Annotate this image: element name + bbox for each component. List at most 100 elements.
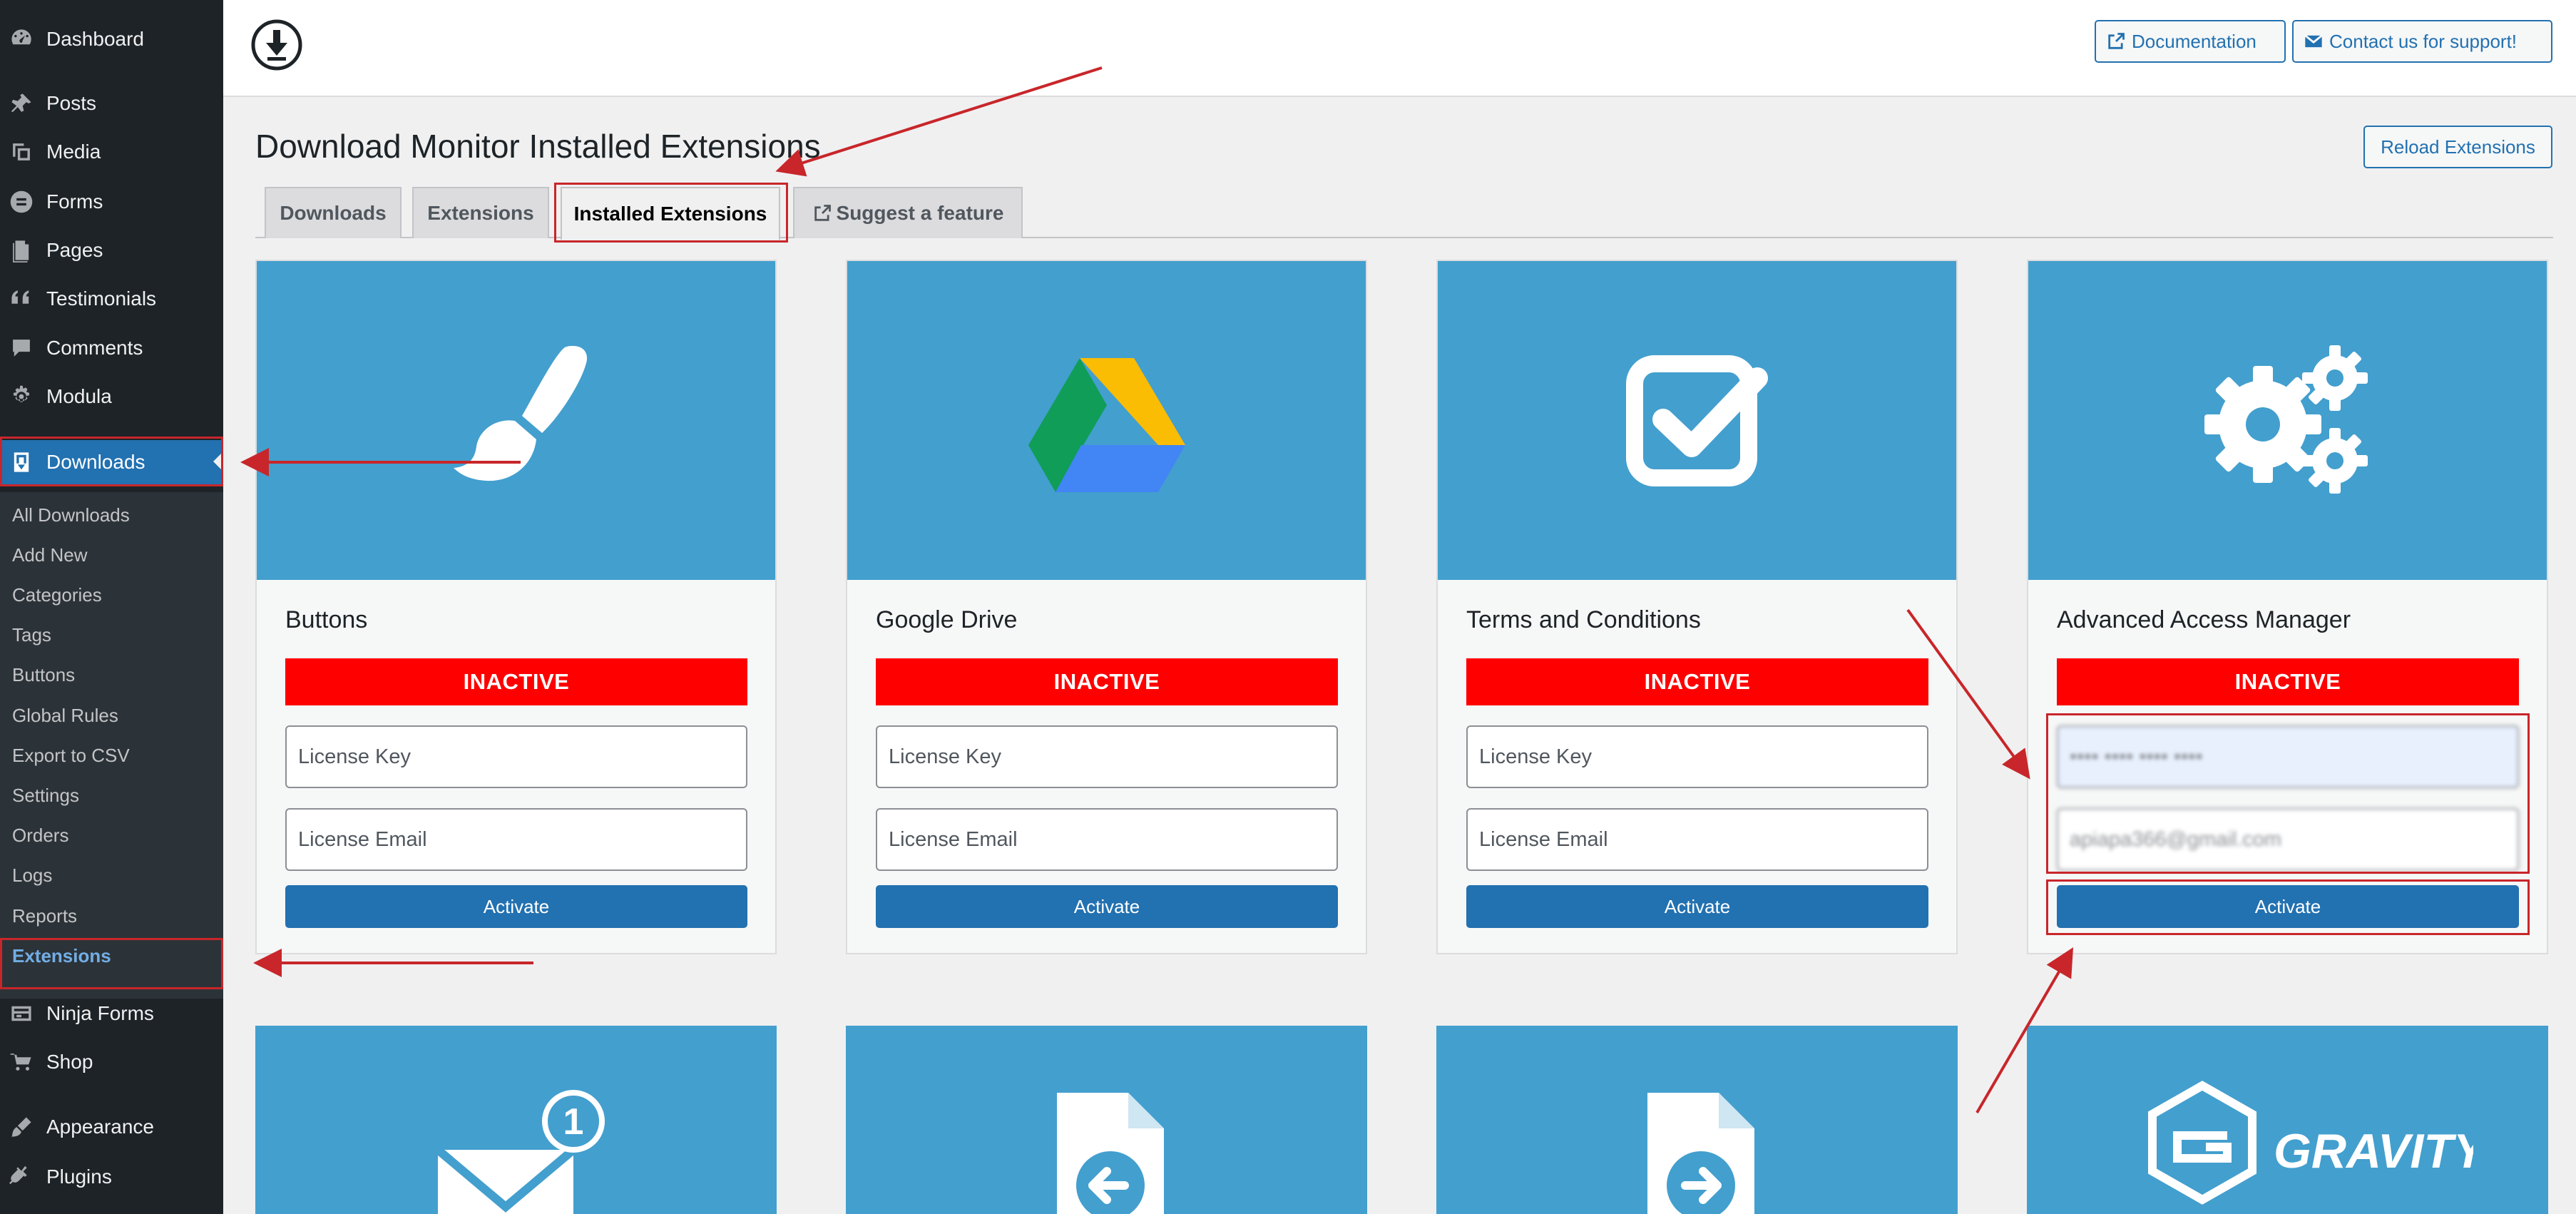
sidebar-item-pages[interactable]: Pages [0, 229, 223, 272]
plugin-topbar: Documentation Contact us for support! [223, 0, 2576, 97]
pages-icon [9, 238, 34, 263]
license-email-input[interactable] [876, 808, 1338, 871]
license-email-input[interactable] [285, 808, 747, 871]
status-badge: INACTIVE [2057, 658, 2519, 705]
page-title: Download Monitor Installed Extensions [255, 128, 821, 165]
activate-button[interactable]: Activate [285, 885, 747, 928]
google-drive-icon [1028, 357, 1185, 492]
submenu-export-to-csv[interactable]: Export to CSV [12, 745, 130, 767]
tab-suggest-feature[interactable]: Suggest a feature [793, 187, 1023, 238]
sidebar-item-label: Pages [46, 239, 103, 261]
extension-card-file-back [846, 1026, 1367, 1214]
sidebar-item-label: Comments [46, 337, 143, 359]
gravity-forms-logo: GRAVITY [2147, 1081, 2473, 1205]
sidebar-item-label: Media [46, 141, 101, 163]
activate-button[interactable]: Activate [876, 885, 1338, 928]
extension-name: Google Drive [876, 606, 1018, 633]
extension-name: Buttons [285, 606, 368, 633]
submenu-settings[interactable]: Settings [12, 785, 79, 807]
extension-banner [1438, 261, 1956, 580]
ninja-forms-icon [9, 1001, 34, 1026]
sidebar-item-testimonials[interactable]: Testimonials [0, 277, 223, 320]
submenu-global-rules[interactable]: Global Rules [12, 705, 118, 727]
external-link-icon [814, 205, 831, 221]
submenu-tags[interactable]: Tags [12, 624, 51, 646]
external-link-icon [2108, 33, 2125, 49]
tab-label: Suggest a feature [836, 202, 1004, 224]
sidebar-item-forms[interactable]: Forms [0, 180, 223, 223]
gears-icon [2204, 345, 2368, 494]
highlight-installed-tab [554, 183, 788, 243]
sidebar-item-modula[interactable]: Modula [0, 375, 223, 418]
tab-downloads[interactable]: Downloads [265, 187, 402, 238]
pin-icon [9, 91, 34, 116]
license-key-input[interactable] [1466, 725, 1928, 788]
sidebar-item-media[interactable]: Media [0, 131, 223, 173]
extension-name: Advanced Access Manager [2057, 606, 2351, 633]
submenu-all-downloads[interactable]: All Downloads [12, 504, 130, 526]
dashboard-icon [9, 26, 34, 52]
submenu-add-new[interactable]: Add New [12, 544, 88, 566]
license-key-input[interactable] [285, 725, 747, 788]
sidebar-item-label: Ninja Forms [46, 1002, 154, 1024]
status-badge: INACTIVE [876, 658, 1338, 705]
sidebar-item-label: Forms [46, 190, 103, 213]
sidebar-item-comments[interactable]: Comments [0, 327, 223, 369]
tab-extensions[interactable]: Extensions [412, 187, 549, 238]
sidebar-item-appearance[interactable]: Appearance [0, 1106, 223, 1148]
extension-card-terms-and-conditions: Terms and Conditions INACTIVE Activate [1436, 260, 1958, 954]
license-email-input[interactable] [1466, 808, 1928, 871]
submenu-reports[interactable]: Reports [12, 905, 77, 927]
quote-icon [9, 286, 34, 312]
sidebar-item-dashboard[interactable]: Dashboard [0, 18, 223, 61]
extension-banner [257, 261, 775, 580]
gravity-text: GRAVITY [2274, 1124, 2473, 1178]
extension-card-google-drive: Google Drive INACTIVE Activate [846, 260, 1367, 954]
sidebar-item-posts[interactable]: Posts [0, 82, 223, 125]
highlight-extensions-submenu [0, 938, 223, 989]
highlight-activate-button [2046, 879, 2530, 935]
extension-card-email-notification: 1 [255, 1026, 777, 1214]
support-label: Contact us for support! [2329, 30, 2518, 52]
download-monitor-logo-icon [251, 19, 302, 71]
file-arrow-left-icon [1056, 1093, 1164, 1214]
status-badge: INACTIVE [285, 658, 747, 705]
submenu-buttons[interactable]: Buttons [12, 664, 75, 686]
sidebar-item-label: Shop [46, 1051, 93, 1073]
extension-card-file-forward [1436, 1026, 1958, 1214]
extension-card-gravity-forms: GRAVITY [2027, 1026, 2548, 1214]
sidebar-item-label: Modula [46, 385, 112, 407]
extension-banner [847, 261, 1366, 580]
license-key-input[interactable] [876, 725, 1338, 788]
extension-card-buttons: Buttons INACTIVE Activate [255, 260, 777, 954]
documentation-button[interactable]: Documentation [2095, 20, 2286, 63]
contact-support-button[interactable]: Contact us for support! [2292, 20, 2552, 63]
checkbox-icon [1625, 354, 1768, 486]
cart-icon [9, 1049, 34, 1075]
documentation-label: Documentation [2132, 30, 2256, 52]
sidebar-item-plugins[interactable]: Plugins [0, 1156, 223, 1198]
paint-brush-icon [453, 345, 587, 481]
plug-icon [9, 1164, 34, 1190]
sidebar-item-label: Posts [46, 92, 97, 114]
sidebar-item-label: Dashboard [46, 28, 144, 50]
submenu-categories[interactable]: Categories [12, 584, 102, 606]
submenu-orders[interactable]: Orders [12, 825, 68, 847]
activate-button[interactable]: Activate [1466, 885, 1928, 928]
sidebar-item-label: Appearance [46, 1116, 155, 1138]
sidebar-item-label: Plugins [46, 1165, 112, 1188]
sidebar-item-label: Testimonials [46, 287, 157, 310]
reload-extensions-button[interactable]: Reload Extensions [2363, 126, 2552, 168]
extension-name: Terms and Conditions [1466, 606, 1701, 633]
highlight-downloads-menu [0, 437, 223, 486]
gear-icon [9, 384, 34, 409]
brush-icon [9, 1114, 34, 1140]
envelope-icon [2304, 34, 2323, 48]
email-notification-icon: 1 [434, 1090, 605, 1214]
comment-icon [9, 335, 34, 361]
sidebar-item-ninja-forms[interactable]: Ninja Forms [0, 992, 223, 1035]
file-arrow-right-icon [1647, 1093, 1754, 1214]
submenu-logs[interactable]: Logs [12, 864, 52, 887]
sidebar-item-shop[interactable]: Shop [0, 1041, 223, 1083]
notification-badge: 1 [563, 1101, 583, 1143]
